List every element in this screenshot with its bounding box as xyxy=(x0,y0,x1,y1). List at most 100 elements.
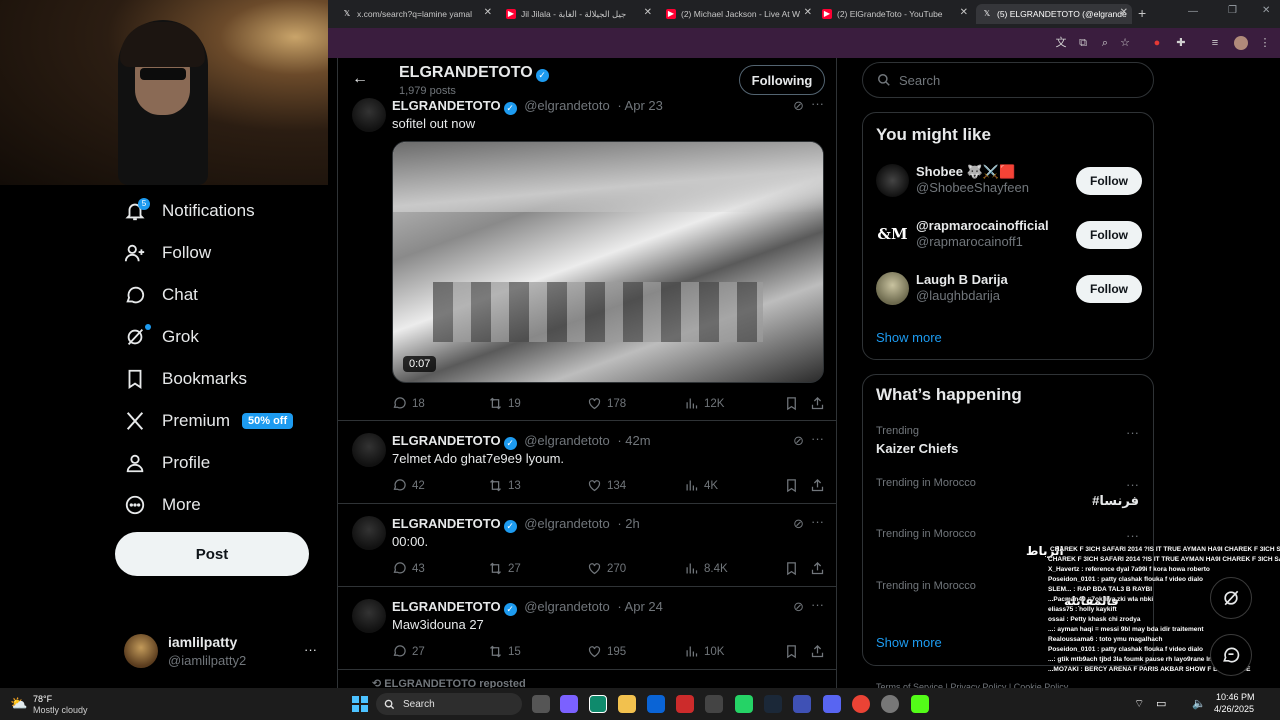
suggestion-item[interactable]: Laugh B Darija @laughbdarija Follow xyxy=(876,269,1142,309)
suggestion-item[interactable]: Shobee 🐺⚔️🟥 @ShobeeShayfeen Follow xyxy=(876,161,1142,201)
reply-button[interactable]: 42 xyxy=(392,478,425,493)
task-view-icon[interactable] xyxy=(532,695,550,713)
tweet[interactable]: ELGRANDETOTO ✓ @elgrandetoto · Apr 24 ⊘ ·… xyxy=(338,587,836,670)
bookmark-button[interactable] xyxy=(784,478,799,493)
windows-start-icon[interactable] xyxy=(352,696,368,712)
star-icon[interactable]: ☆ xyxy=(1118,36,1132,50)
obs-icon[interactable] xyxy=(881,695,899,713)
tweet-time[interactable]: · 2h xyxy=(617,516,639,531)
close-icon[interactable]: ✕ xyxy=(960,7,968,18)
suggestion-name[interactable]: Laugh B Darija xyxy=(916,272,1008,287)
tweet-video[interactable]: 0:07 xyxy=(392,141,824,383)
tweet-avatar[interactable] xyxy=(352,599,386,633)
window-close-icon[interactable]: ✕ xyxy=(1262,5,1270,16)
browser-tab[interactable]: 𝕏 x.com/search?q=lamine yamal ✕ xyxy=(336,4,496,24)
tab-search-icon[interactable]: ≡ xyxy=(1208,36,1222,50)
like-button[interactable]: 134 xyxy=(587,478,626,493)
tweet-author-name[interactable]: ELGRANDETOTO xyxy=(392,433,501,448)
tweet-author-name[interactable]: ELGRANDETOTO xyxy=(392,516,501,531)
views-button[interactable]: 4K xyxy=(684,478,718,493)
back-arrow-icon[interactable]: ← xyxy=(352,70,368,88)
grok-floating-button[interactable] xyxy=(1210,577,1252,619)
reply-button[interactable]: 43 xyxy=(392,561,425,576)
reply-button[interactable]: 27 xyxy=(392,644,425,659)
youtube-app-icon[interactable] xyxy=(676,695,694,713)
sidebar-item-bookmarks[interactable]: Bookmarks xyxy=(124,368,247,390)
translate-icon[interactable]: 文 xyxy=(1054,36,1068,50)
like-button[interactable]: 270 xyxy=(587,561,626,576)
show-more-link[interactable]: Show more xyxy=(876,330,942,345)
trend-more-icon[interactable]: ··· xyxy=(1126,477,1139,492)
clock-time[interactable]: 10:46 PM xyxy=(1216,692,1255,702)
trend-name[interactable]: Kaizer Chiefs xyxy=(876,441,958,456)
views-button[interactable]: 8.4K xyxy=(684,561,728,576)
extensions-icon[interactable]: ✚ xyxy=(1174,36,1188,50)
tweet-avatar[interactable] xyxy=(352,98,386,132)
tweet-author-name[interactable]: ELGRANDETOTO xyxy=(392,599,501,614)
tweet-avatar[interactable] xyxy=(352,433,386,467)
edge-icon[interactable] xyxy=(589,695,607,713)
browser-tab[interactable]: ▶ (2) ElGrandeToto - YouTube ✕ xyxy=(816,4,972,24)
sidebar-item-profile[interactable]: Profile xyxy=(124,452,210,474)
share-button[interactable] xyxy=(810,396,825,411)
tweet-time[interactable]: · 42m xyxy=(617,433,650,448)
tweet[interactable]: ELGRANDETOTO ✓ @elgrandetoto · Apr 23 ⊘ ·… xyxy=(338,96,836,421)
close-icon[interactable]: ✕ xyxy=(484,7,492,18)
sidebar-item-premium[interactable]: Premium 50% off xyxy=(124,410,294,432)
suggestion-name[interactable]: @rapmarocainofficial xyxy=(916,218,1049,233)
show-more-link[interactable]: Show more xyxy=(876,635,942,650)
taskbar-search[interactable]: Search xyxy=(376,693,522,715)
tweet-more-icon[interactable]: ··· xyxy=(811,431,824,446)
profile-avatar-icon[interactable] xyxy=(1234,36,1248,50)
grok-explain-icon[interactable]: ⊘ xyxy=(793,433,804,449)
reply-button[interactable]: 18 xyxy=(392,396,425,411)
bookmark-button[interactable] xyxy=(784,644,799,659)
kick-icon[interactable] xyxy=(911,695,929,713)
account-avatar[interactable] xyxy=(124,634,158,668)
grok-explain-icon[interactable]: ⊘ xyxy=(793,516,804,532)
tweet[interactable]: ELGRANDETOTO ✓ @elgrandetoto · 2h ⊘ ··· 0… xyxy=(338,504,836,587)
bookmark-button[interactable] xyxy=(784,396,799,411)
sidebar-item-more[interactable]: More xyxy=(124,494,201,516)
tweet-time[interactable]: · Apr 24 xyxy=(617,599,663,614)
discord-icon[interactable] xyxy=(823,695,841,713)
suggestion-item[interactable]: &M @rapmarocainofficial @rapmarocainoff1… xyxy=(876,215,1142,255)
teams-icon[interactable] xyxy=(560,695,578,713)
close-icon[interactable]: ✕ xyxy=(804,7,812,18)
avatar[interactable] xyxy=(876,164,909,197)
share-button[interactable] xyxy=(810,644,825,659)
grok-explain-icon[interactable]: ⊘ xyxy=(793,599,804,615)
new-tab-button[interactable]: + xyxy=(1138,5,1146,21)
follow-button[interactable]: Follow xyxy=(1076,167,1142,195)
trend-name[interactable]: #فرنسا xyxy=(1092,493,1139,509)
bookmark-button[interactable] xyxy=(784,561,799,576)
close-icon[interactable]: ✕ xyxy=(644,7,652,18)
tweet-author-handle[interactable]: @elgrandetoto xyxy=(524,599,609,614)
trend-more-icon[interactable]: ··· xyxy=(1126,528,1139,543)
weather-desc[interactable]: Mostly cloudy xyxy=(33,705,88,715)
share-button[interactable] xyxy=(810,478,825,493)
restore-icon[interactable]: ❐ xyxy=(1228,5,1237,16)
app-icon[interactable] xyxy=(705,695,723,713)
repost-button[interactable]: 15 xyxy=(488,644,521,659)
like-button[interactable]: 195 xyxy=(587,644,626,659)
sidebar-item-chat[interactable]: Chat xyxy=(124,284,198,306)
views-button[interactable]: 10K xyxy=(684,644,724,659)
messages-floating-button[interactable] xyxy=(1210,634,1252,676)
file-explorer-icon[interactable] xyxy=(618,695,636,713)
tweet-avatar[interactable] xyxy=(352,516,386,550)
steam-icon[interactable] xyxy=(764,695,782,713)
views-button[interactable]: 12K xyxy=(684,396,724,411)
tweet-author-name[interactable]: ELGRANDETOTO xyxy=(392,98,501,113)
grok-explain-icon[interactable]: ⊘ xyxy=(793,98,804,114)
close-icon[interactable]: ✕ xyxy=(1120,7,1128,18)
share-button[interactable] xyxy=(810,561,825,576)
repost-button[interactable]: 13 xyxy=(488,478,521,493)
following-button[interactable]: Following xyxy=(739,65,825,95)
chrome-icon[interactable] xyxy=(852,695,870,713)
game-launcher-icon[interactable] xyxy=(793,695,811,713)
avatar[interactable]: &M xyxy=(876,218,909,251)
clock-date[interactable]: 4/26/2025 xyxy=(1214,704,1254,714)
suggestion-name[interactable]: Shobee 🐺⚔️🟥 xyxy=(916,164,1015,180)
network-icon[interactable]: ▭ xyxy=(1156,697,1166,710)
